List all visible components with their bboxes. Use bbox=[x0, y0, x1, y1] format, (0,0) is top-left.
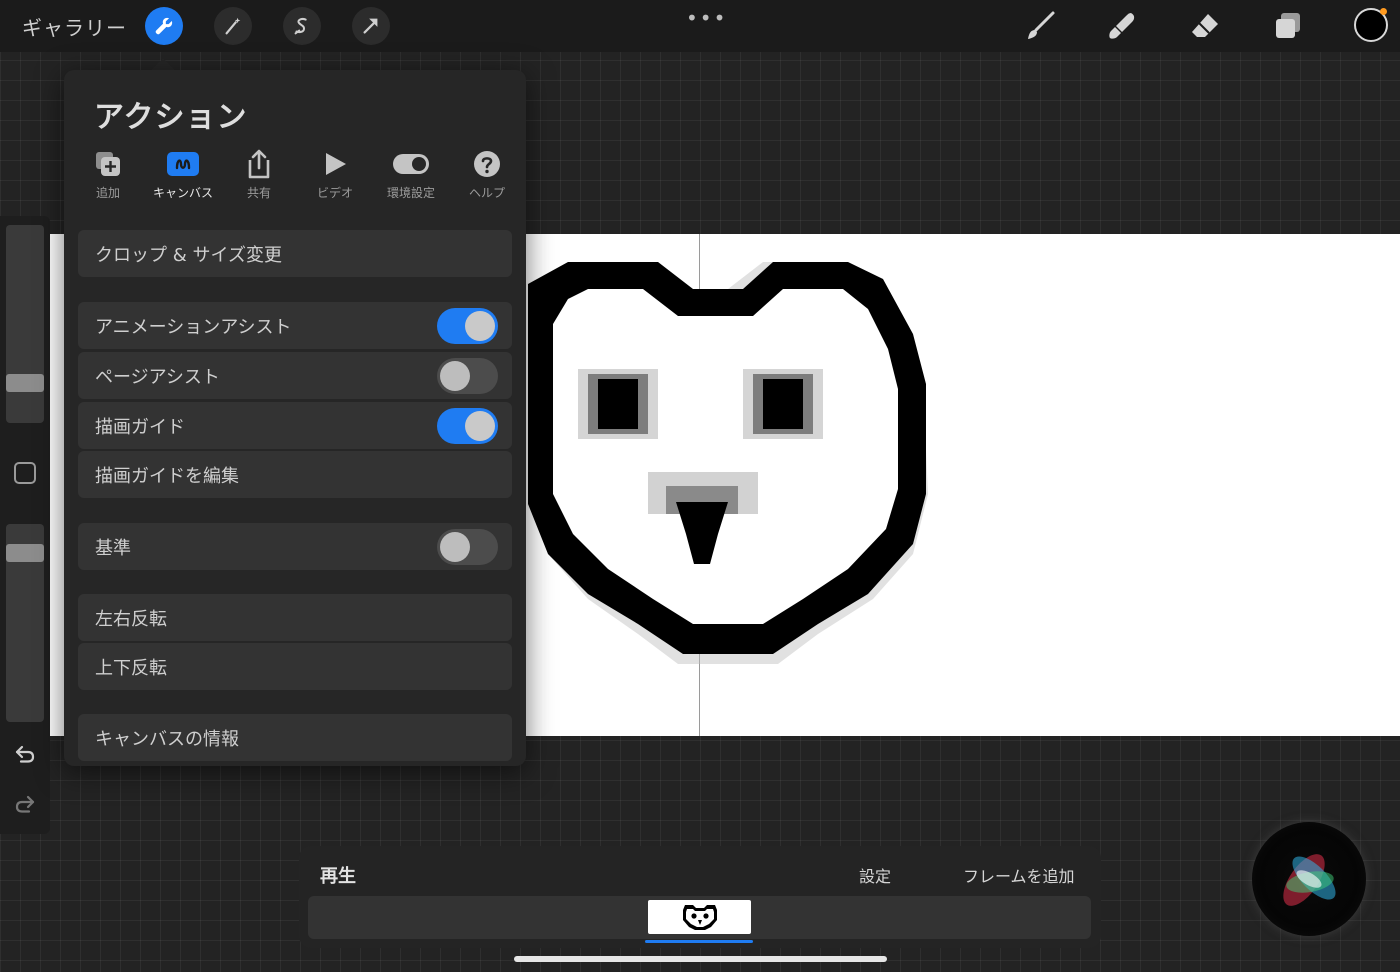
smudge-icon bbox=[1109, 13, 1135, 39]
frame-timeline bbox=[308, 896, 1091, 939]
undo-icon[interactable] bbox=[13, 742, 37, 766]
tab-canvas[interactable]: キャンバス bbox=[145, 148, 221, 201]
transform-button[interactable] bbox=[352, 7, 390, 45]
crop-resize-label: クロップ & サイズ変更 bbox=[95, 244, 282, 266]
toggle-knob bbox=[465, 411, 495, 441]
tab-share-label: 共有 bbox=[246, 186, 271, 200]
flip-vertical-row[interactable]: 上下反転 bbox=[78, 643, 512, 690]
animation-assist-toggle[interactable] bbox=[437, 308, 498, 344]
smudge-tool[interactable] bbox=[1104, 8, 1140, 44]
brush-size-slider[interactable] bbox=[6, 225, 44, 423]
transform-arrow-icon bbox=[363, 18, 378, 34]
magic-wand-icon bbox=[225, 17, 241, 35]
edit-drawing-guide-label: 描画ガイドを編集 bbox=[95, 465, 239, 487]
toggle-knob bbox=[465, 311, 495, 341]
tab-canvas-label: キャンバス bbox=[152, 186, 213, 200]
animation-settings-button[interactable]: 設定 bbox=[859, 863, 891, 887]
toggle-prefs-icon bbox=[393, 154, 429, 174]
eraser-icon bbox=[1192, 14, 1218, 37]
selection-button[interactable] bbox=[283, 7, 321, 45]
tab-video-label: ビデオ bbox=[316, 186, 353, 200]
actions-panel: アクション 追加 キャンバス 共有 ビデオ 環境設定 ヘルプ クロップ & サイ… bbox=[64, 70, 526, 766]
tab-add[interactable]: 追加 bbox=[70, 148, 146, 201]
tab-help-label: ヘルプ bbox=[468, 186, 505, 200]
drawing-guide-row: 描画ガイド bbox=[78, 402, 512, 449]
animation-assist-bar: 再生 設定 フレームを追加 bbox=[299, 846, 1101, 948]
reference-toggle[interactable] bbox=[437, 529, 498, 565]
gallery-button[interactable]: ギャラリー bbox=[22, 12, 127, 41]
selected-frame-indicator bbox=[645, 940, 753, 943]
frame-thumbnail[interactable] bbox=[648, 900, 751, 934]
canvas-info-row[interactable]: キャンバスの情報 bbox=[78, 714, 512, 761]
owl-thumbnail-icon bbox=[682, 905, 717, 930]
add-icon bbox=[96, 152, 120, 176]
layers-button[interactable] bbox=[1270, 8, 1306, 44]
color-indicator-dot bbox=[1380, 8, 1387, 15]
eraser-tool[interactable] bbox=[1187, 8, 1223, 44]
tab-help[interactable]: ヘルプ bbox=[449, 148, 525, 201]
owl-face-pixel-art bbox=[528, 262, 928, 664]
canvas-icon bbox=[167, 152, 199, 176]
top-toolbar: ギャラリー ••• bbox=[0, 0, 1400, 52]
page-assist-label: ページアシスト bbox=[95, 366, 220, 388]
selection-icon bbox=[294, 17, 307, 35]
flip-horizontal-row[interactable]: 左右反転 bbox=[78, 594, 512, 641]
page-assist-row: ページアシスト bbox=[78, 352, 512, 399]
help-icon bbox=[474, 151, 500, 177]
toggle-knob bbox=[440, 532, 470, 562]
crop-resize-row[interactable]: クロップ & サイズ変更 bbox=[78, 230, 512, 277]
modify-button[interactable] bbox=[14, 462, 36, 484]
actions-button[interactable] bbox=[145, 7, 183, 45]
home-indicator[interactable] bbox=[514, 956, 887, 962]
tab-preferences-label: 環境設定 bbox=[386, 186, 435, 200]
opacity-handle[interactable] bbox=[6, 544, 44, 562]
siri-icon bbox=[1283, 854, 1336, 906]
reference-label: 基準 bbox=[95, 537, 131, 559]
paint-tool[interactable] bbox=[1022, 8, 1058, 44]
drawing-guide-label: 描画ガイド bbox=[95, 416, 185, 438]
more-options-button[interactable]: ••• bbox=[686, 6, 727, 30]
tab-video[interactable]: ビデオ bbox=[297, 148, 373, 201]
brush-size-handle[interactable] bbox=[6, 374, 44, 392]
toggle-knob bbox=[440, 361, 470, 391]
wrench-icon bbox=[155, 17, 173, 35]
play-icon bbox=[326, 153, 346, 175]
share-icon bbox=[248, 149, 270, 179]
animation-assist-label: アニメーションアシスト bbox=[95, 316, 292, 338]
tab-add-label: 追加 bbox=[95, 186, 120, 200]
siri-orb[interactable] bbox=[1252, 822, 1366, 936]
edit-drawing-guide-row[interactable]: 描画ガイドを編集 bbox=[78, 451, 512, 498]
animation-assist-row: アニメーションアシスト bbox=[78, 302, 512, 349]
add-frame-button[interactable]: フレームを追加 bbox=[963, 863, 1075, 887]
panel-title: アクション bbox=[94, 100, 248, 135]
brush-icon bbox=[1028, 11, 1055, 39]
flip-horizontal-label: 左右反転 bbox=[95, 608, 167, 630]
page-assist-toggle[interactable] bbox=[437, 358, 498, 394]
flip-vertical-label: 上下反転 bbox=[95, 657, 167, 679]
drawing-guide-toggle[interactable] bbox=[437, 408, 498, 444]
adjustments-button[interactable] bbox=[214, 7, 252, 45]
layers-icon bbox=[1276, 13, 1300, 38]
redo-icon[interactable] bbox=[13, 792, 37, 816]
tab-share[interactable]: 共有 bbox=[221, 148, 297, 201]
tab-preferences[interactable]: 環境設定 bbox=[373, 148, 449, 201]
play-button[interactable]: 再生 bbox=[320, 862, 356, 888]
canvas-info-label: キャンバスの情報 bbox=[95, 728, 239, 750]
reference-row: 基準 bbox=[78, 523, 512, 570]
